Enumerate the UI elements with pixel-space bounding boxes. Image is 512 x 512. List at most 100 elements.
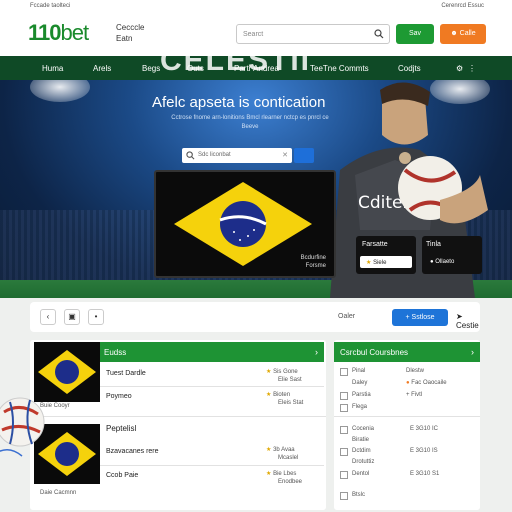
course-name[interactable]: Drotuttiz xyxy=(352,459,374,465)
bullet-icon: ● xyxy=(406,380,410,386)
event-name[interactable]: Poymeo xyxy=(106,393,132,400)
chevron-right-icon: › xyxy=(471,347,474,357)
checkbox[interactable] xyxy=(340,404,348,412)
course-name[interactable]: Dentol xyxy=(352,471,369,477)
utility-left-text: Fccade taolteci xyxy=(30,3,71,9)
courses-header[interactable]: Csrcbul Coursbnes › xyxy=(334,342,480,362)
star-icon: ★ xyxy=(266,471,272,477)
promo-card-b[interactable]: Tinla ● Ollaeto xyxy=(422,236,482,274)
star-icon: ★ xyxy=(266,392,272,398)
courses-header-title: Csrcbul Coursbnes xyxy=(340,348,409,357)
nav-item-1[interactable]: Huma xyxy=(42,64,63,73)
event-sub: Elie Sast xyxy=(278,377,302,383)
toolbar-primary-button[interactable]: + Sstlose xyxy=(392,309,448,326)
section-divider xyxy=(30,416,326,417)
course-value: E 3G10 IC xyxy=(410,426,439,432)
course-name[interactable]: Btslc xyxy=(352,492,365,498)
section-divider xyxy=(334,416,480,417)
course-value: Dlestw xyxy=(406,368,425,374)
chevron-right-icon: › xyxy=(315,347,318,357)
course-value: ● Fac Oaocaile xyxy=(406,380,447,386)
back-icon[interactable]: ‹ xyxy=(40,309,56,325)
course-name[interactable]: Biratie xyxy=(352,437,369,443)
hero-title: Afelc apseta is contication xyxy=(152,94,326,111)
nav-item-6[interactable]: TeeTne Commts xyxy=(310,64,369,73)
checkbox[interactable] xyxy=(340,426,348,434)
promo-card-a-pill: ★ Siele xyxy=(360,256,412,268)
checkbox[interactable] xyxy=(340,448,348,456)
secondary-button-label: Calle xyxy=(459,30,476,37)
hero-banner: Cditer Afelc apseta is contication Cctro… xyxy=(0,80,512,298)
video-caption: Bcdurfine Forsme xyxy=(301,254,326,270)
course-name[interactable]: Parstia xyxy=(352,392,371,398)
promo-card-b-title: Tinla xyxy=(426,241,441,248)
search-placeholder: Searct xyxy=(243,31,264,38)
nav-item-7[interactable]: Codjts xyxy=(398,64,421,73)
utility-bar: Fccade taolteci Cerenrcd Essuc xyxy=(0,0,512,12)
star-icon: ★ xyxy=(266,447,272,453)
secondary-button[interactable]: ☻ Calle xyxy=(440,24,486,44)
event-sub: Mcaslel xyxy=(278,455,299,461)
toolbar-label: Oaler xyxy=(338,313,356,320)
course-value: E 3G10 S1 xyxy=(410,471,440,477)
brand-logo[interactable]: 110bet xyxy=(28,20,90,46)
promo-card-a[interactable]: Farsatte ★ Siele xyxy=(356,236,416,274)
event-meta: ★ 3b Avaa xyxy=(266,447,295,453)
main-nav: CELESTII Huma Arels Begs Outs Partr Andr… xyxy=(0,44,512,80)
event-sub: Enodbee xyxy=(278,479,303,485)
hero-subtitle: Cctrose fnome arn-lonitions Bmcl rlearne… xyxy=(171,115,329,130)
stadium-light-icon xyxy=(30,80,90,102)
hero-search-placeholder: Sdc liconbat xyxy=(198,152,231,158)
checkbox[interactable] xyxy=(340,471,348,479)
globe-icon: ● xyxy=(430,259,434,265)
hero-search-button[interactable] xyxy=(294,148,314,163)
event-name[interactable]: Tuest Dardle xyxy=(106,370,146,377)
logo-word: bet xyxy=(60,20,90,45)
checkbox[interactable] xyxy=(340,368,348,376)
filter-toolbar: ‹ ▣ • Oaler + Sstlose ➤ Cestie xyxy=(30,302,480,332)
featured-video[interactable]: Bcdurfine Forsme xyxy=(154,170,336,278)
lock-icon[interactable]: ▣ xyxy=(64,309,80,325)
nav-item-5[interactable]: Partr Andrea xyxy=(234,64,279,73)
checkbox[interactable] xyxy=(340,392,348,400)
course-name[interactable]: Pinal xyxy=(352,368,365,374)
event-meta: ★ Bioten xyxy=(266,392,291,398)
course-value: E 3G10 IS xyxy=(410,448,438,454)
search-icon xyxy=(374,29,384,39)
primary-button[interactable]: Sav xyxy=(396,24,434,44)
event-sub: Eleis Stat xyxy=(278,400,304,406)
video-caption-line: Bcdurfine xyxy=(300,255,326,261)
event-name[interactable]: Bzavacanes rere xyxy=(106,448,159,455)
event-meta: ★ Bie Lbes xyxy=(266,471,297,477)
hero-search-input[interactable]: Sdc liconbat ✕ xyxy=(182,148,292,163)
logo-number: 110 xyxy=(28,20,61,45)
utility-right-link[interactable]: Cerenrcd Essuc xyxy=(441,3,484,9)
nav-item-3[interactable]: Begs xyxy=(142,64,160,73)
events-header[interactable]: Eudss › xyxy=(98,342,324,362)
row-divider xyxy=(100,465,324,466)
football-image xyxy=(0,397,45,457)
star-icon: ★ xyxy=(266,369,272,375)
nav-settings-icon[interactable]: ⚙ xyxy=(456,64,463,73)
nav-item-4[interactable]: Outs xyxy=(187,64,204,73)
events-panel: Eudss › Buie Cooyr Tuest Dardle ★ Sis Go… xyxy=(30,340,326,510)
course-name[interactable]: Daley xyxy=(352,380,367,386)
clear-icon[interactable]: ✕ xyxy=(282,151,288,159)
checkbox[interactable] xyxy=(340,492,348,500)
search-input[interactable]: Searct xyxy=(236,24,390,44)
course-value: + Fivtl xyxy=(406,392,423,398)
mic-icon[interactable]: • xyxy=(88,309,104,325)
toolbar-share-link[interactable]: ➤ Cestie xyxy=(456,312,480,330)
nav-more-icon[interactable]: ⋮ xyxy=(468,64,476,73)
events-header-title: Eudss xyxy=(104,348,127,357)
course-name[interactable]: Dctdim xyxy=(352,448,371,454)
course-name[interactable]: Flega xyxy=(352,404,367,410)
star-icon: ★ xyxy=(366,260,372,266)
course-name[interactable]: Cocenia xyxy=(352,426,374,432)
nav-item-2[interactable]: Arels xyxy=(93,64,111,73)
user-icon: ☻ xyxy=(450,30,460,37)
courses-panel: Csrcbul Coursbnes › Pinal Dlestw Daley ●… xyxy=(334,340,480,510)
promo-card-a-title: Farsatte xyxy=(362,241,388,248)
search-icon xyxy=(186,151,195,160)
event-name[interactable]: Ccob Paie xyxy=(106,472,138,479)
